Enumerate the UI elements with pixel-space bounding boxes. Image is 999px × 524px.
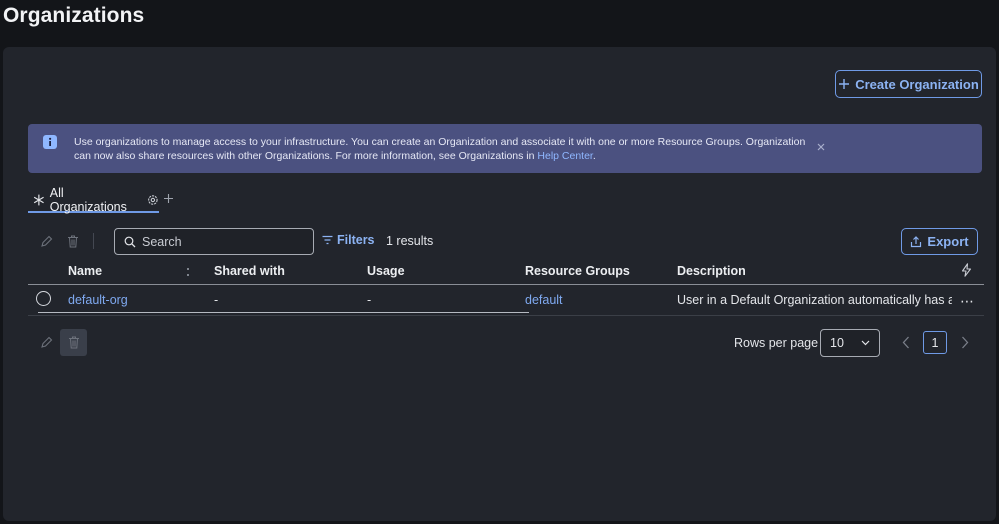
banner-suffix: . (592, 150, 596, 162)
cell-name-link[interactable]: default-org (68, 293, 128, 307)
column-header-shared-with[interactable]: Shared with (214, 264, 285, 278)
filters-button[interactable]: Filters (322, 233, 375, 247)
banner-message: Use organizations to manage access to yo… (74, 135, 814, 163)
table-header-divider (28, 284, 984, 285)
search-icon (124, 236, 136, 247)
lightning-icon[interactable] (961, 263, 972, 277)
create-organization-button[interactable]: Create Organization (835, 70, 982, 98)
chevron-left-icon[interactable] (902, 336, 910, 349)
tab-label: All Organizations (49, 186, 127, 214)
chevron-down-icon (861, 340, 870, 346)
chevron-right-icon[interactable] (961, 336, 969, 349)
results-count: 1 results (386, 234, 434, 248)
column-header-resource-groups[interactable]: Resource Groups (525, 264, 630, 278)
search-input[interactable] (142, 234, 302, 249)
export-button[interactable]: Export (901, 228, 978, 255)
banner-text: Use organizations to manage access to yo… (74, 136, 806, 162)
asterisk-icon (33, 194, 44, 206)
trash-button[interactable] (60, 329, 87, 356)
sort-icon[interactable] (185, 267, 191, 277)
trash-icon[interactable] (67, 235, 79, 248)
rows-per-page-label: Rows per page (734, 336, 819, 350)
close-icon[interactable] (816, 142, 826, 152)
column-header-name[interactable]: Name (68, 264, 102, 278)
edit-icon[interactable] (40, 336, 53, 349)
row-focus-underline (38, 312, 529, 313)
table-row-divider (28, 315, 984, 316)
edit-icon[interactable] (40, 235, 53, 248)
toolbar-divider (93, 233, 94, 249)
row-select-radio[interactable] (36, 291, 51, 306)
column-header-usage[interactable]: Usage (367, 264, 405, 278)
cell-shared-with: - (214, 293, 219, 307)
trash-icon (68, 336, 79, 349)
page-number-button[interactable]: 1 (923, 331, 947, 354)
cell-description: User in a Default Organization automatic… (677, 293, 952, 307)
export-label: Export (927, 234, 969, 249)
search-field[interactable] (114, 228, 314, 255)
rows-per-page-value: 10 (830, 336, 844, 350)
kebab-icon[interactable]: ⋯ (960, 293, 975, 310)
filters-label: Filters (337, 233, 375, 247)
export-icon (911, 235, 922, 247)
plus-icon (839, 79, 850, 89)
rows-per-page-select[interactable]: 10 (820, 329, 880, 357)
organizations-panel: Create Organization Use organizations to… (3, 47, 996, 521)
cell-usage: - (367, 293, 372, 307)
page-title: Organizations (3, 4, 145, 27)
add-tab-plus-icon[interactable] (163, 193, 174, 204)
filter-icon (322, 235, 333, 245)
tab-all-organizations[interactable]: All Organizations (28, 186, 159, 214)
help-center-link[interactable]: Help Center (537, 150, 592, 162)
info-banner: Use organizations to manage access to yo… (28, 124, 982, 173)
create-organization-label: Create Organization (855, 76, 979, 92)
settings-icon[interactable] (147, 194, 159, 206)
info-icon (43, 135, 57, 149)
column-header-description[interactable]: Description (677, 264, 746, 278)
cell-resource-group-link[interactable]: default (525, 293, 563, 307)
